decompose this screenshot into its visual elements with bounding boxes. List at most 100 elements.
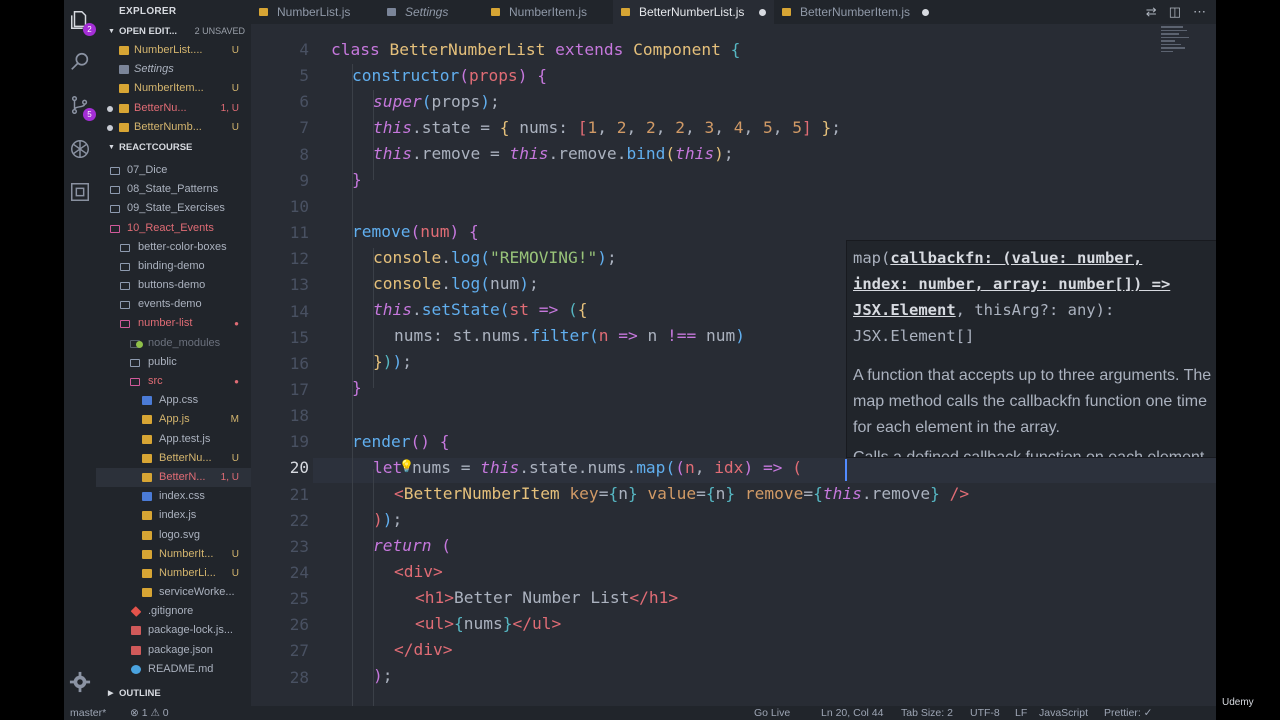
tree-item-label: package-lock.js... xyxy=(148,624,233,637)
sig-part: , thisArg?: any): xyxy=(955,301,1115,319)
more-actions-icon[interactable]: ⋯ xyxy=(1193,4,1206,20)
sig-param: JSX.Element xyxy=(853,301,956,319)
tree-item-label: better-color-boxes xyxy=(138,240,227,253)
git-status: M xyxy=(230,414,239,426)
tree-item-label: 09_State_Exercises xyxy=(127,202,225,215)
tree-item[interactable]: BetterN... 1, U xyxy=(96,467,251,488)
line-number: 23 xyxy=(289,536,309,556)
open-editor-item[interactable]: NumberItem... U xyxy=(96,79,251,98)
tree-item[interactable]: package-lock.js... xyxy=(96,621,251,640)
debug-icon[interactable] xyxy=(68,137,92,161)
line-number: 15 xyxy=(289,327,309,347)
outline-label: OUTLINE xyxy=(119,688,161,699)
letterbox-left xyxy=(0,0,64,720)
outline-header[interactable]: ▶ OUTLINE xyxy=(96,684,251,703)
gear-icon[interactable] xyxy=(68,670,92,694)
tree-item[interactable]: 10_React_Events xyxy=(96,219,251,238)
source-control-icon[interactable]: 5 xyxy=(68,93,96,121)
tab-betternumberlist[interactable]: BetterNumberList.js xyxy=(613,0,774,24)
line-number: 5 xyxy=(299,66,309,86)
split-editor-icon[interactable]: ◫ xyxy=(1169,4,1181,20)
open-editor-item[interactable]: NumberList.... U xyxy=(96,41,251,60)
cursor-position[interactable]: Ln 20, Col 44 xyxy=(821,706,883,720)
tab-numberlist[interactable]: NumberList.js xyxy=(251,0,379,24)
tree-item[interactable]: src ● xyxy=(96,372,251,391)
tree-item[interactable]: better-color-boxes xyxy=(96,238,251,257)
line-number: 25 xyxy=(289,589,309,609)
line-number: 8 xyxy=(299,144,309,164)
git-status: 1, U xyxy=(220,102,239,114)
extensions-icon[interactable] xyxy=(68,180,92,204)
git-branch[interactable]: master* xyxy=(70,706,106,720)
folder-icon xyxy=(120,262,130,271)
search-icon[interactable] xyxy=(68,50,92,74)
encoding[interactable]: UTF-8 xyxy=(970,706,1000,720)
tree-item[interactable]: binding-demo xyxy=(96,257,251,276)
code-line-9: } xyxy=(352,170,362,189)
open-editor-item[interactable]: BetterNumb... U xyxy=(96,118,251,137)
js-file-icon xyxy=(142,511,152,521)
hover-tooltip[interactable]: map(callbackfn: (value: number, index: n… xyxy=(846,240,1216,458)
project-header[interactable]: ▼ REACTCOURSE xyxy=(96,138,251,157)
info-icon xyxy=(131,664,141,674)
css-file-icon xyxy=(142,492,152,502)
tree-item[interactable]: 08_State_Patterns xyxy=(96,180,251,199)
tab-size[interactable]: Tab Size: 2 xyxy=(901,706,953,720)
tree-item[interactable]: NumberLi... U xyxy=(96,564,251,583)
line-number: 24 xyxy=(289,563,309,582)
file-name: BetterNu... xyxy=(134,101,187,114)
tree-item[interactable]: index.js xyxy=(96,506,251,525)
line-number: 26 xyxy=(289,615,309,635)
code-line-21: <BetterNumberItem key={n} value={n} remo… xyxy=(394,484,970,503)
tree-item[interactable]: buttons-demo xyxy=(96,276,251,295)
problems-count[interactable]: ⊗ 1 ⚠ 0 xyxy=(130,706,169,720)
tab-numberitem[interactable]: NumberItem.js xyxy=(483,0,613,24)
open-editor-item[interactable]: BetterNu... 1, U xyxy=(96,99,251,118)
tab-settings[interactable]: Settings xyxy=(379,0,483,24)
unsaved-count: 2 UNSAVED xyxy=(194,26,245,36)
tree-item[interactable]: serviceWorke... xyxy=(96,583,251,602)
tab-betternumberitem[interactable]: BetterNumberItem.js xyxy=(774,0,937,24)
tree-item[interactable]: 07_Dice xyxy=(96,161,251,180)
language-mode[interactable]: JavaScript xyxy=(1039,706,1088,720)
tree-item-label: 08_State_Patterns xyxy=(127,183,219,196)
svg-file-icon xyxy=(142,530,152,540)
tree-item[interactable]: App.test.js xyxy=(96,430,251,449)
tree-item-label: BetterN... xyxy=(159,470,206,483)
tree-item[interactable]: events-demo xyxy=(96,295,251,314)
tree-item[interactable]: logo.svg xyxy=(96,526,251,545)
go-live-button[interactable]: Go Live xyxy=(754,706,790,720)
udemy-watermark: Udemy xyxy=(1222,697,1254,708)
file-name: NumberList.... xyxy=(134,44,203,56)
open-editor-item[interactable]: Settings xyxy=(96,60,251,79)
tree-item[interactable]: public xyxy=(96,353,251,372)
line-ending[interactable]: LF xyxy=(1015,706,1027,720)
tree-item[interactable]: App.js M xyxy=(96,410,251,429)
node-icon xyxy=(136,340,143,348)
tree-item-label: src xyxy=(148,375,163,387)
code-line-5: constructor(props) { xyxy=(352,66,547,85)
line-number: 10 xyxy=(289,196,309,216)
activity-bar: 2 5 xyxy=(64,0,96,706)
tree-item[interactable]: index.css xyxy=(96,487,251,506)
tree-item[interactable]: node_modules xyxy=(96,334,251,353)
folder-icon xyxy=(130,358,140,367)
minimap[interactable] xyxy=(1161,26,1191,66)
tree-item[interactable]: 09_State_Exercises xyxy=(96,199,251,218)
open-editors-label: OPEN EDIT... xyxy=(119,26,178,37)
tree-item[interactable]: package.json xyxy=(96,641,251,660)
folder-icon xyxy=(110,205,120,214)
tree-item[interactable]: number-list ● xyxy=(96,314,251,333)
tree-item[interactable]: NumberIt... U xyxy=(96,545,251,564)
tree-item[interactable]: App.css xyxy=(96,391,251,410)
open-changes-icon[interactable]: ⇄ xyxy=(1146,4,1157,20)
tree-item[interactable]: README.md xyxy=(96,660,251,679)
code-editor[interactable]: 4 5 6 7 8 9 10 11 12 13 14 15 16 17 18 19 20 21 22 23 24 25 26… xyxy=(251,24,1216,706)
open-editors-header[interactable]: ▼ OPEN EDIT... 2 UNSAVED xyxy=(96,22,251,41)
tab-label: NumberItem.js xyxy=(509,5,588,19)
line-number: 12 xyxy=(289,249,309,269)
tree-item[interactable]: .gitignore xyxy=(96,602,251,621)
explorer-icon[interactable]: 2 xyxy=(68,8,96,36)
tree-item[interactable]: BetterNu... U xyxy=(96,449,251,468)
prettier-status[interactable]: Prettier: ✓ xyxy=(1104,706,1152,720)
